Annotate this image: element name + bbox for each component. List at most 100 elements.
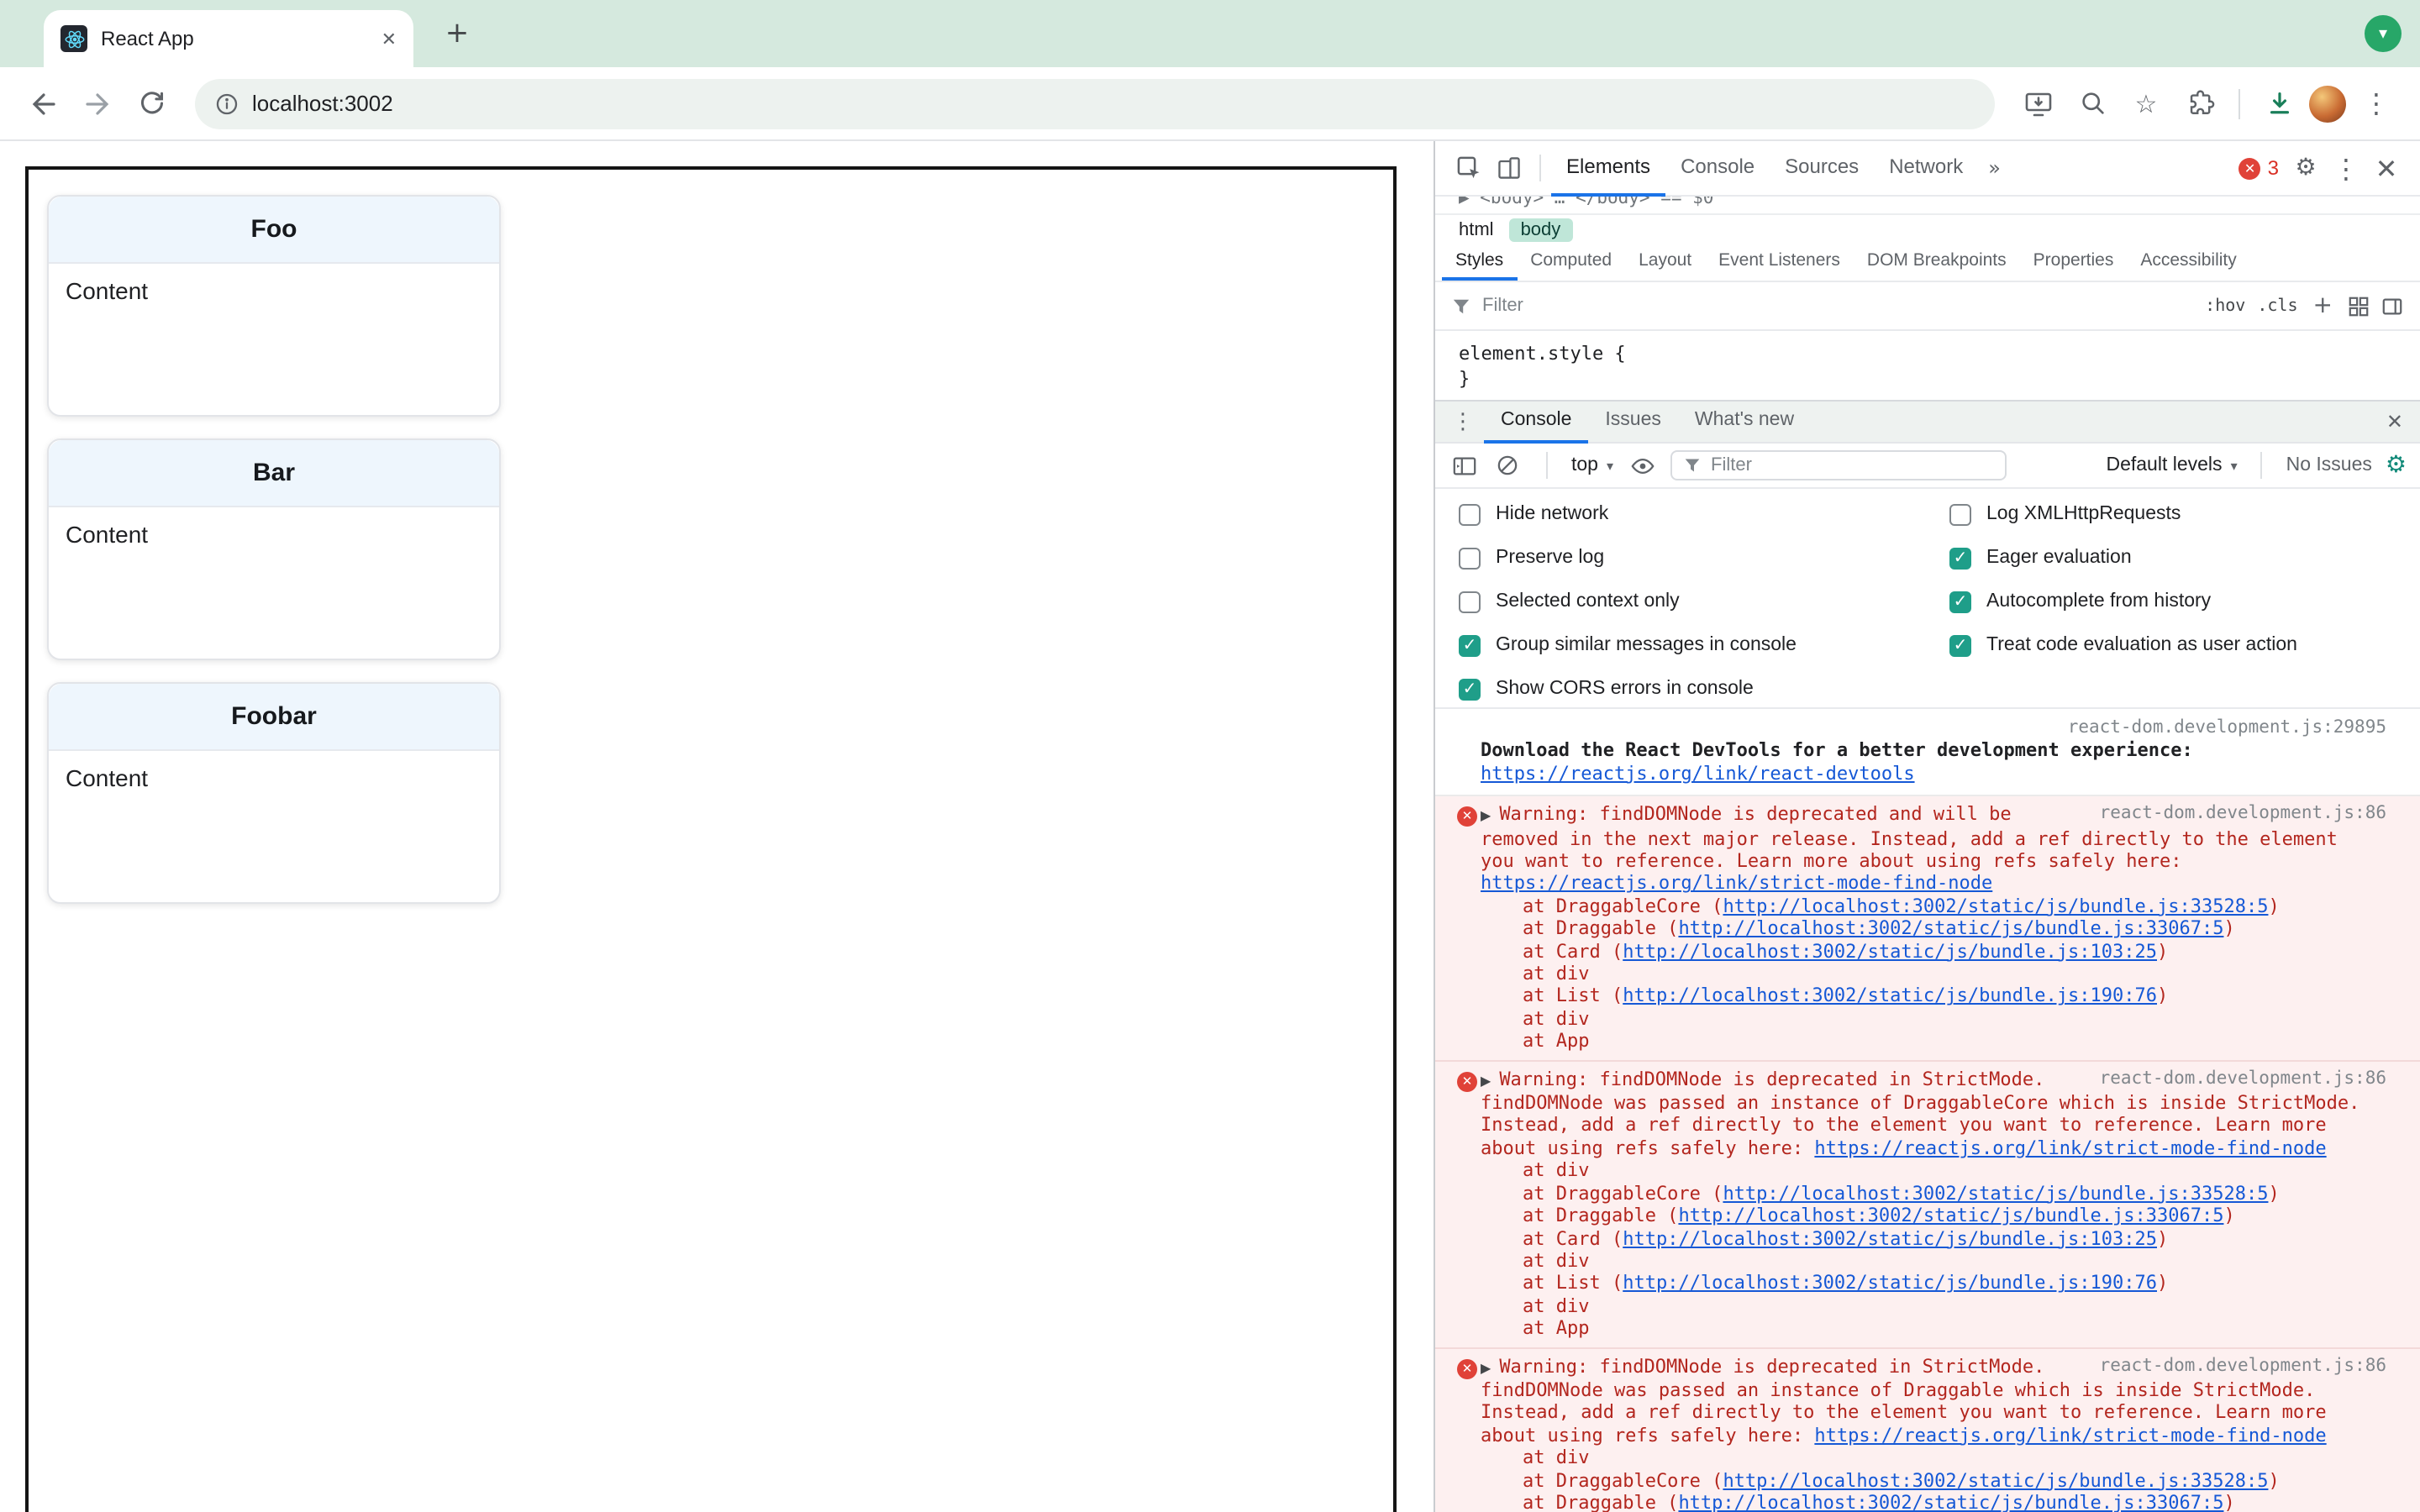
- tab-console[interactable]: Console: [1665, 140, 1770, 196]
- extensions-icon[interactable]: [2176, 80, 2223, 127]
- color-swatch-icon[interactable]: [2348, 295, 2370, 317]
- console-setting-selected-context-only[interactable]: Selected context only: [1459, 580, 1797, 623]
- card-header[interactable]: Foobar: [49, 684, 499, 751]
- console-link[interactable]: http://localhost:3002/static/js/bundle.j…: [1623, 940, 2157, 962]
- console-setting-treat-code-evaluation-as-user-action[interactable]: ✓ Treat code evaluation as user action: [1949, 623, 2297, 667]
- console-link[interactable]: https://reactjs.org/link/strict-mode-fin…: [1814, 1425, 2326, 1446]
- card-foo[interactable]: Foo Content: [47, 195, 501, 417]
- console-setting-log-xmlhttprequests[interactable]: Log XMLHttpRequests: [1949, 492, 2297, 536]
- checkbox-unchecked[interactable]: [1949, 503, 1971, 525]
- console-settings-gear-icon[interactable]: ⚙: [2386, 452, 2407, 479]
- console-link[interactable]: http://localhost:3002/static/js/bundle.j…: [1678, 1492, 2223, 1512]
- card-header[interactable]: Foo: [49, 197, 499, 264]
- zoom-icon[interactable]: [2069, 80, 2116, 127]
- drawer-tab-issues[interactable]: Issues: [1588, 400, 1678, 444]
- forward-button[interactable]: [74, 80, 121, 127]
- tab-styles[interactable]: Styles: [1442, 244, 1517, 281]
- checkbox-checked[interactable]: ✓: [1949, 634, 1971, 656]
- console-link[interactable]: http://localhost:3002/static/js/bundle.j…: [1723, 1182, 2268, 1204]
- source-location-link[interactable]: react-dom.development.js:86: [2100, 1068, 2386, 1090]
- back-button[interactable]: [20, 80, 67, 127]
- styles-filter-input[interactable]: Filter: [1482, 296, 2193, 316]
- tab-elements[interactable]: Elements: [1551, 140, 1666, 196]
- tab-computed[interactable]: Computed: [1517, 244, 1625, 281]
- checkbox-unchecked[interactable]: [1459, 503, 1481, 525]
- breadcrumb-html[interactable]: html: [1459, 219, 1494, 239]
- tab-sources[interactable]: Sources: [1770, 140, 1874, 196]
- tab-dom-breakpoints[interactable]: DOM Breakpoints: [1854, 244, 2020, 281]
- clear-console-icon[interactable]: [1492, 450, 1523, 480]
- browser-tab[interactable]: React App ✕: [44, 10, 413, 67]
- source-location-link[interactable]: react-dom.development.js:86: [2100, 803, 2386, 826]
- console-link[interactable]: http://localhost:3002/static/js/bundle.j…: [1623, 1273, 2157, 1294]
- devtools-close-icon[interactable]: ✕: [2366, 148, 2407, 188]
- breadcrumb-body-selected[interactable]: body: [1508, 218, 1573, 241]
- expand-triangle-icon[interactable]: ▶: [1481, 1069, 1491, 1092]
- devtools-settings-gear-icon[interactable]: ⚙: [2286, 148, 2326, 188]
- reload-button[interactable]: [128, 80, 175, 127]
- console-setting-group-similar-messages-in-console[interactable]: ✓ Group similar messages in console: [1459, 623, 1797, 667]
- source-location-link[interactable]: react-dom.development.js:29895: [2068, 717, 2386, 740]
- menu-kebab-icon[interactable]: ⋮: [2353, 80, 2400, 127]
- log-levels-dropdown[interactable]: Default levels ▾: [2106, 455, 2237, 475]
- sidebar-toggle-icon[interactable]: [2381, 295, 2403, 317]
- issues-counter[interactable]: No Issues: [2286, 455, 2372, 475]
- console-link[interactable]: https://reactjs.org/link/strict-mode-fin…: [1481, 873, 1992, 895]
- console-link[interactable]: http://localhost:3002/static/js/bundle.j…: [1623, 1227, 2157, 1249]
- checkbox-checked[interactable]: ✓: [1459, 678, 1481, 700]
- expand-triangle-icon[interactable]: ▶: [1481, 805, 1491, 827]
- source-location-link[interactable]: react-dom.development.js:86: [2100, 1355, 2386, 1378]
- console-link[interactable]: http://localhost:3002/static/js/bundle.j…: [1678, 917, 2223, 939]
- drawer-kebab-icon[interactable]: ⋮: [1452, 409, 1474, 434]
- card-bar[interactable]: Bar Content: [47, 438, 501, 660]
- console-link[interactable]: http://localhost:3002/static/js/bundle.j…: [1623, 985, 2157, 1007]
- console-link[interactable]: http://localhost:3002/static/js/bundle.j…: [1678, 1205, 2223, 1226]
- toggle-hover-state[interactable]: :hov: [2205, 297, 2245, 315]
- checkbox-unchecked[interactable]: [1459, 547, 1481, 569]
- new-style-rule-button[interactable]: +: [2313, 292, 2333, 319]
- site-info-icon[interactable]: [215, 92, 239, 115]
- expand-triangle-icon[interactable]: ▶: [1481, 1357, 1491, 1379]
- console-link[interactable]: http://localhost:3002/static/js/bundle.j…: [1723, 1469, 2268, 1491]
- checkbox-unchecked[interactable]: [1459, 591, 1481, 612]
- console-setting-preserve-log[interactable]: Preserve log: [1459, 536, 1797, 580]
- tab-search-button[interactable]: ▾: [2365, 15, 2402, 52]
- tab-properties[interactable]: Properties: [2020, 244, 2128, 281]
- console-link[interactable]: https://reactjs.org/link/react-devtools: [1481, 763, 1915, 785]
- toggle-classes[interactable]: .cls: [2257, 297, 2297, 315]
- error-count-badge[interactable]: ✕ 3: [2238, 156, 2279, 180]
- console-setting-hide-network[interactable]: Hide network: [1459, 492, 1797, 536]
- console-filter-input[interactable]: Filter: [1670, 450, 2007, 480]
- checkbox-checked[interactable]: ✓: [1949, 547, 1971, 569]
- drawer-close-icon[interactable]: ✕: [2386, 410, 2403, 433]
- context-selector[interactable]: top ▾: [1571, 455, 1613, 475]
- tab-close-icon[interactable]: ✕: [381, 28, 397, 50]
- tab-layout[interactable]: Layout: [1625, 244, 1705, 281]
- console-setting-show-cors-errors-in-console[interactable]: ✓ Show CORS errors in console: [1459, 667, 1797, 711]
- more-tabs-icon[interactable]: »: [1978, 156, 2011, 180]
- element-style-section[interactable]: element.style { }: [1435, 331, 2420, 400]
- url-text[interactable]: localhost:3002: [252, 91, 393, 116]
- dom-tree-partial[interactable]: ▶ <body> … </body> == $0: [1435, 197, 2420, 213]
- console-setting-autocomplete-from-history[interactable]: ✓ Autocomplete from history: [1949, 580, 2297, 623]
- device-toolbar-icon[interactable]: [1489, 148, 1529, 188]
- tab-event-listeners[interactable]: Event Listeners: [1705, 244, 1854, 281]
- console-setting-eager-evaluation[interactable]: ✓ Eager evaluation: [1949, 536, 2297, 580]
- tab-accessibility[interactable]: Accessibility: [2127, 244, 2249, 281]
- live-expression-eye-icon[interactable]: [1627, 450, 1657, 480]
- console-link[interactable]: https://reactjs.org/link/strict-mode-fin…: [1814, 1137, 2326, 1159]
- checkbox-checked[interactable]: ✓: [1459, 634, 1481, 656]
- tab-network[interactable]: Network: [1874, 140, 1978, 196]
- drawer-tab-whats-new[interactable]: What's new: [1678, 400, 1811, 444]
- console-link[interactable]: http://localhost:3002/static/js/bundle.j…: [1723, 895, 2268, 917]
- card-header[interactable]: Bar: [49, 440, 499, 507]
- devtools-kebab-icon[interactable]: ⋮: [2326, 148, 2366, 188]
- console-sidebar-icon[interactable]: [1449, 450, 1479, 480]
- checkbox-checked[interactable]: ✓: [1949, 591, 1971, 612]
- download-icon[interactable]: [2255, 80, 2302, 127]
- install-app-icon[interactable]: [2015, 80, 2062, 127]
- inspect-element-icon[interactable]: [1449, 148, 1489, 188]
- profile-avatar[interactable]: [2309, 85, 2346, 122]
- card-foobar[interactable]: Foobar Content: [47, 682, 501, 904]
- address-bar[interactable]: localhost:3002: [195, 78, 1995, 129]
